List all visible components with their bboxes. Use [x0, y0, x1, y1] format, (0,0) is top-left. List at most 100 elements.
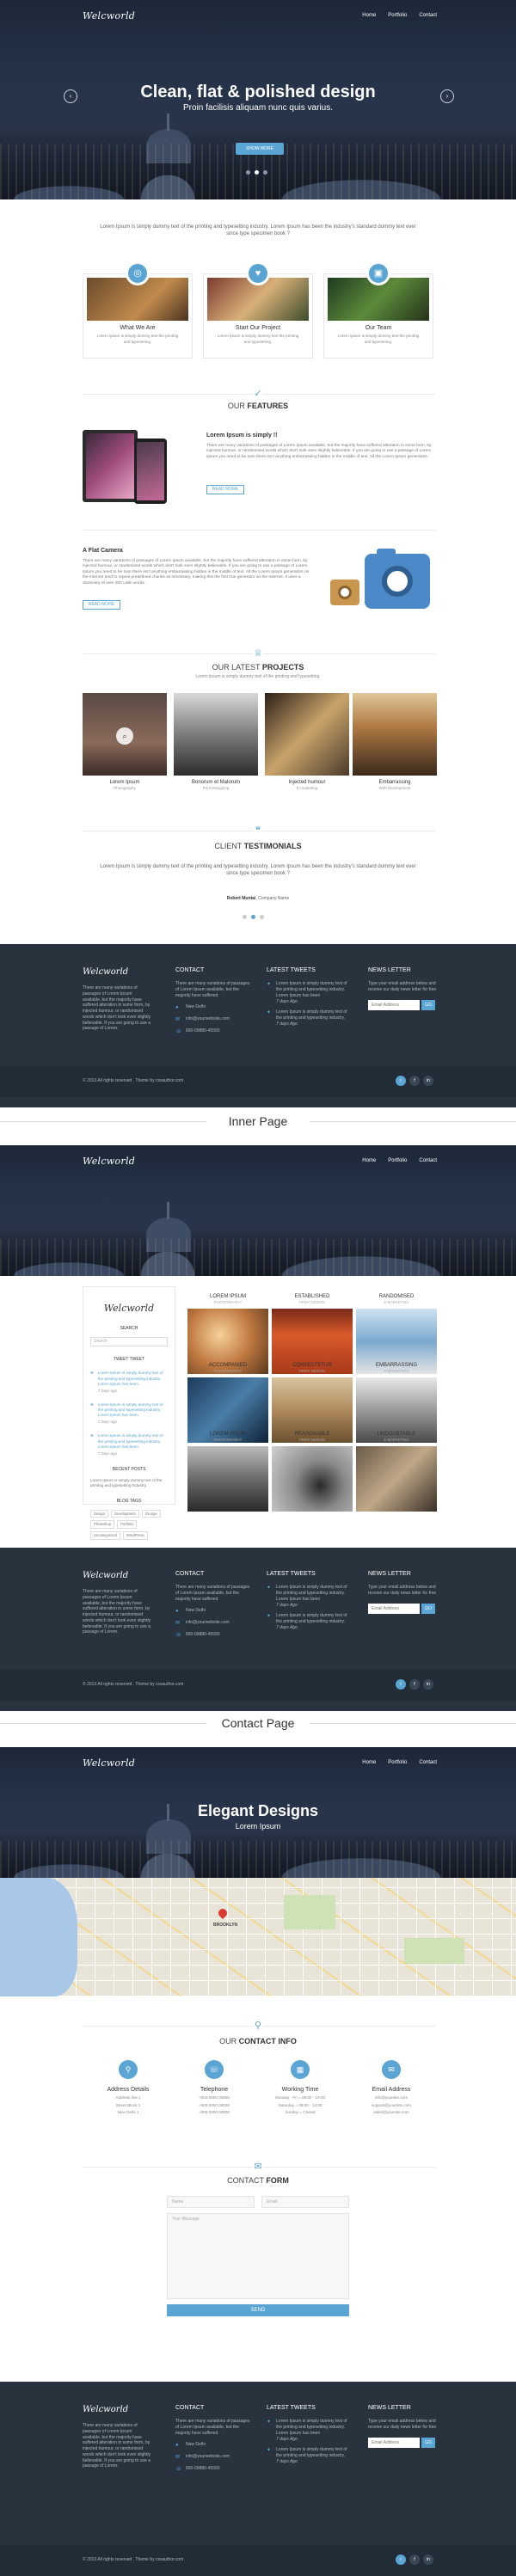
linkedin-icon[interactable]: in: [423, 1679, 433, 1690]
author-name: Robert Muntai: [226, 896, 256, 901]
linkedin-icon[interactable]: in: [423, 2555, 433, 2565]
tag[interactable]: Portfolio: [117, 1520, 138, 1530]
newsletter-email-input[interactable]: [368, 1603, 420, 1614]
nav-contact[interactable]: Contact: [419, 1157, 437, 1164]
project-card[interactable]: Injected humour E-marketing: [265, 693, 349, 791]
twitter-icon[interactable]: t: [396, 1679, 406, 1690]
social-links: t f in: [396, 2555, 433, 2565]
tweet-text[interactable]: Lorem Ipsum is simply dummy text of the …: [98, 1402, 168, 1419]
tweet-text[interactable]: Lorem Ipsum is simply dummy text of the …: [98, 1433, 168, 1450]
site-logo[interactable]: Welcworld: [83, 1757, 135, 1770]
nav-contact[interactable]: Contact: [419, 12, 437, 19]
email-field[interactable]: Email: [261, 2196, 349, 2208]
newsletter-go-button[interactable]: GO: [421, 1603, 435, 1614]
intro-text: Lorem Ipsum is simply dummy text of the …: [100, 224, 416, 237]
newsletter-email-input[interactable]: [368, 2437, 420, 2448]
footer-tweet-text: Lorem Ipsum is simply dummy text of the …: [276, 2419, 347, 2436]
newsletter-form: GO: [368, 999, 440, 1010]
main-menu: Home Portfolio Contact: [362, 1157, 437, 1164]
nav-contact[interactable]: Contact: [419, 1759, 437, 1766]
footer-tweet-time: 7 days Ago: [276, 1021, 298, 1027]
contact-info-title: OUR CONTACT INFO: [0, 2036, 516, 2046]
nav-portfolio[interactable]: Portfolio: [388, 1157, 407, 1164]
testimonial-dot[interactable]: [260, 915, 264, 919]
project-card[interactable]: Bonorum et Malorum Print Designing: [174, 693, 258, 791]
nav-home[interactable]: Home: [362, 1759, 376, 1766]
contact-top-nav: Welcworld Home Portfolio Contact: [0, 1747, 516, 1782]
twitter-icon[interactable]: t: [396, 1076, 406, 1086]
contact-footer: Welcworld There are many variations of p…: [0, 2382, 516, 2545]
spire-shape: [167, 113, 169, 131]
prev-arrow-icon[interactable]: ‹: [64, 89, 77, 103]
newsletter-go-button[interactable]: GO: [421, 2437, 435, 2448]
facebook-icon[interactable]: f: [409, 1679, 420, 1690]
tag[interactable]: Photoshop: [90, 1520, 115, 1530]
newsletter-email-input[interactable]: [368, 999, 420, 1010]
tablet-shape: [83, 430, 138, 502]
name-field[interactable]: Name: [167, 2196, 255, 2208]
tweet-text[interactable]: Lorem Ipsum is simply dummy text of the …: [98, 1371, 168, 1387]
portfolio-item[interactable]: REASONABLE PRINT DESIGN: [272, 1431, 353, 1512]
newsletter-form: GO: [368, 1603, 440, 1614]
tag[interactable]: Design: [90, 1509, 109, 1518]
service-card[interactable]: Our Team Lorem ipsum is simply dummy tex…: [323, 273, 433, 359]
footer-email-row: ✉ info@yourwebsite.com: [175, 1016, 253, 1023]
linkedin-icon[interactable]: in: [423, 1076, 433, 1086]
footer-email[interactable]: info@yourwebsite.com: [186, 2454, 230, 2460]
nav-home[interactable]: Home: [362, 12, 376, 19]
map-label: BROOKLYN: [213, 1923, 238, 1928]
service-desc: Lorem ipsum is simply dummy text the pri…: [337, 334, 420, 344]
facebook-icon[interactable]: f: [409, 2555, 420, 2565]
testimonial-dot[interactable]: [243, 915, 247, 919]
footer-logo[interactable]: Welcworld: [83, 1570, 128, 1582]
service-card[interactable]: What We Are Lorem ipsum is simply dummy …: [83, 273, 193, 359]
footer-logo[interactable]: Welcworld: [83, 2404, 128, 2416]
twitter-icon[interactable]: t: [396, 2555, 406, 2565]
footer-logo[interactable]: Welcworld: [83, 966, 128, 978]
contact-form-title-pre: CONTACT: [227, 2176, 267, 2185]
quote-icon: ❝: [90, 1371, 94, 1378]
portfolio-title: LOREM IPSUM: [209, 1294, 246, 1299]
nav-home[interactable]: Home: [362, 1157, 376, 1164]
footer-tweet-text: Lorem Ipsum is simply dummy text of the …: [276, 1585, 347, 1602]
camera-read-more-button[interactable]: READ MORE: [83, 600, 120, 610]
tag[interactable]: Uncategorized: [90, 1531, 121, 1540]
site-logo[interactable]: Welcworld: [83, 1156, 135, 1168]
blog-tags: Design Development Grunge Photoshop Port…: [90, 1509, 168, 1540]
location-map[interactable]: BROOKLYN: [0, 1878, 516, 1996]
tag[interactable]: Grunge: [141, 1509, 161, 1518]
features-read-more-button[interactable]: READ MORE: [206, 485, 244, 494]
show-more-button[interactable]: SHOW MORE: [236, 143, 284, 155]
search-input[interactable]: Search: [90, 1336, 168, 1346]
contact-card-line: support@yoursite.com: [371, 2102, 412, 2107]
next-arrow-icon[interactable]: ›: [440, 89, 454, 103]
portfolio-item[interactable]: LOREM IPSUM PHOTOGRAPHY: [187, 1431, 268, 1512]
footer-tweet-time: 7 days Ago: [276, 2458, 298, 2464]
newsletter-go-button[interactable]: GO: [421, 999, 435, 1010]
nav-portfolio[interactable]: Portfolio: [388, 1759, 407, 1766]
footer-newsletter-col: NEWS LETTER Type your email address belo…: [368, 1570, 440, 1614]
footer-email[interactable]: info@yourwebsite.com: [186, 1016, 230, 1022]
tag[interactable]: Development: [111, 1509, 139, 1518]
map-pin-icon[interactable]: [216, 1906, 230, 1920]
nav-portfolio[interactable]: Portfolio: [388, 12, 407, 19]
contact-card: ☏ Telephone +000 0000 00000 +000 0000 00…: [175, 2060, 253, 2115]
send-button[interactable]: SEND: [167, 2304, 349, 2316]
footer-contact-heading: CONTACT: [175, 967, 205, 973]
slider-dot[interactable]: [263, 170, 267, 175]
slider-dot[interactable]: [246, 170, 250, 175]
project-card[interactable]: Embarrassing Web Development: [353, 693, 437, 791]
service-card[interactable]: Start Our Project Lorem ipsum is simply …: [203, 273, 313, 359]
site-logo[interactable]: Welcworld: [83, 10, 135, 23]
testimonial-dot-active[interactable]: [251, 915, 255, 919]
tag[interactable]: WordPress: [123, 1531, 148, 1540]
portfolio-category: PRINT DESIGN: [299, 1369, 325, 1374]
twitter-icon: ✦: [267, 1010, 272, 1016]
footer-email[interactable]: info@yourwebsite.com: [186, 1620, 230, 1626]
zoom-icon[interactable]: ⌕: [116, 727, 133, 745]
slider-dot-active[interactable]: [255, 170, 259, 175]
facebook-icon[interactable]: f: [409, 1076, 420, 1086]
footer-phone-row: ☏ 890-09880-45590: [175, 1028, 253, 1035]
message-field[interactable]: Your Message: [167, 2213, 349, 2299]
portfolio-item[interactable]: UNDOUBTABLE E-MARKETING: [356, 1431, 437, 1512]
